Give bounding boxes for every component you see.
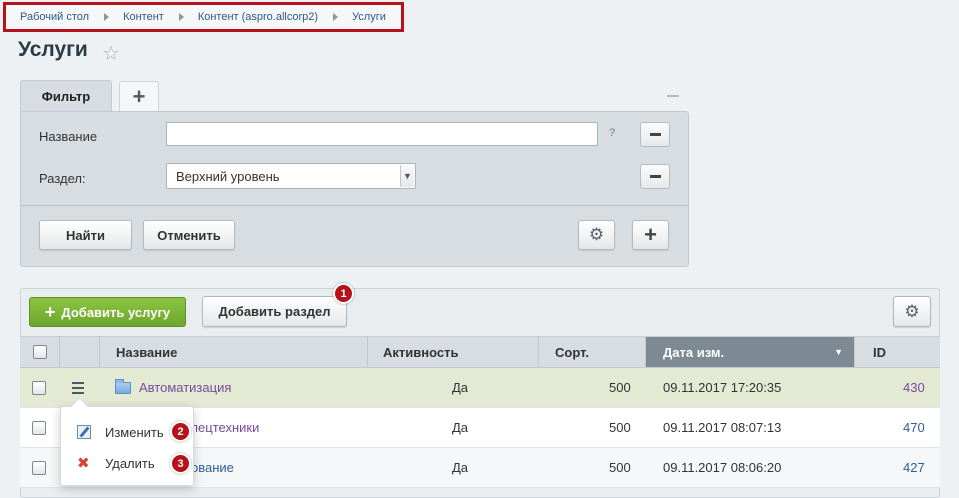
name-input[interactable] bbox=[166, 122, 598, 146]
row-checkbox[interactable] bbox=[32, 420, 46, 435]
delete-icon: ✖ bbox=[77, 454, 90, 472]
add-filter-tab-button[interactable]: + bbox=[119, 81, 159, 111]
table-row[interactable]: Автоматизация Да 500 09.11.2017 17:20:35… bbox=[20, 368, 940, 408]
table-header: Название Активность Сорт. Дата изм. ▼ ID bbox=[20, 336, 940, 368]
filter-panel: Название ? Раздел: Верхний уровень ▼ Най… bbox=[20, 111, 689, 267]
add-service-button[interactable]: + Добавить услугу bbox=[29, 297, 186, 327]
row-name-cell: пецтехники bbox=[191, 408, 259, 447]
row-checkbox-cell bbox=[32, 368, 46, 407]
row-checkbox-cell bbox=[32, 448, 46, 487]
favorite-star-icon[interactable]: ☆ bbox=[102, 41, 120, 66]
minus-icon bbox=[649, 175, 661, 178]
column-header-date-label: Дата изм. bbox=[663, 344, 725, 360]
add-filter-field-button[interactable]: + bbox=[632, 220, 669, 250]
folder-icon bbox=[115, 378, 131, 394]
section-select[interactable]: Верхний уровень ▼ bbox=[166, 163, 416, 189]
remove-section-field-button[interactable] bbox=[640, 164, 670, 189]
gear-icon: ⚙ bbox=[904, 301, 920, 321]
breadcrumb-services-link[interactable]: Услуги bbox=[352, 11, 386, 23]
column-header-active[interactable]: Активность bbox=[368, 337, 539, 367]
filter-settings-button[interactable]: ⚙ bbox=[578, 220, 615, 250]
breadcrumb-site-content-link[interactable]: Контент (aspro.allcorp2) bbox=[198, 11, 318, 23]
add-service-label: Добавить услугу bbox=[61, 304, 171, 320]
help-icon[interactable]: ? bbox=[609, 127, 615, 139]
column-header-sort[interactable]: Сорт. bbox=[539, 337, 646, 367]
remove-name-field-button[interactable] bbox=[640, 122, 670, 147]
plus-icon: + bbox=[44, 302, 56, 322]
row-context-menu: Изменить ✖ Удалить bbox=[60, 406, 194, 486]
row-sort: 500 bbox=[609, 380, 631, 395]
select-all-cell bbox=[20, 337, 60, 367]
step-badge-1: 1 bbox=[333, 283, 354, 304]
row-date: 09.11.2017 08:06:20 bbox=[663, 460, 782, 475]
hamburger-menu-icon bbox=[72, 381, 84, 394]
chevron-down-icon[interactable]: ▼ bbox=[400, 165, 414, 187]
collapse-filter-icon[interactable] bbox=[667, 95, 679, 97]
breadcrumb-separator-icon bbox=[104, 13, 110, 21]
row-id-link[interactable]: 427 bbox=[903, 448, 925, 487]
row-checkbox[interactable] bbox=[32, 380, 46, 395]
row-checkbox-cell bbox=[32, 408, 46, 447]
step-badge-3: 3 bbox=[170, 453, 191, 474]
section-field-label: Раздел: bbox=[39, 171, 86, 186]
plus-icon: + bbox=[644, 222, 657, 247]
list-settings-button[interactable]: ⚙ bbox=[893, 296, 931, 327]
menu-item-delete-label: Удалить bbox=[105, 455, 155, 471]
row-sort: 500 bbox=[609, 460, 631, 475]
minus-icon bbox=[649, 133, 661, 136]
section-select-value: Верхний уровень bbox=[176, 169, 280, 184]
breadcrumb-desktop-link[interactable]: Рабочий стол bbox=[20, 11, 89, 23]
filter-divider bbox=[21, 205, 688, 206]
breadcrumb-separator-icon bbox=[333, 13, 339, 21]
breadcrumb-separator-icon bbox=[178, 13, 184, 21]
step-badge-2: 2 bbox=[170, 421, 191, 442]
row-name-cell: ование bbox=[191, 448, 234, 487]
row-date: 09.11.2017 17:20:35 bbox=[663, 380, 782, 395]
breadcrumb-content-link[interactable]: Контент bbox=[123, 11, 164, 23]
row-active: Да bbox=[452, 460, 469, 475]
row-name-link[interactable]: Автоматизация bbox=[139, 380, 231, 395]
row-name-link[interactable]: пецтехники bbox=[191, 420, 259, 435]
menu-item-edit-label: Изменить bbox=[105, 424, 164, 440]
page-title: Услуги bbox=[18, 38, 88, 61]
add-section-button[interactable]: Добавить раздел bbox=[202, 296, 347, 327]
row-name-cell: Автоматизация bbox=[115, 368, 231, 407]
select-all-checkbox[interactable] bbox=[32, 345, 47, 359]
row-active: Да bbox=[452, 420, 469, 435]
name-field-label: Название bbox=[39, 129, 98, 144]
row-id-link[interactable]: 470 bbox=[903, 408, 925, 447]
column-header-id[interactable]: ID bbox=[855, 337, 940, 367]
row-name-link[interactable]: ование bbox=[191, 460, 234, 475]
gear-icon: ⚙ bbox=[588, 225, 605, 244]
sort-desc-icon: ▼ bbox=[834, 347, 843, 357]
find-button[interactable]: Найти bbox=[39, 220, 132, 250]
row-date: 09.11.2017 08:07:13 bbox=[663, 420, 782, 435]
row-id-link[interactable]: 430 bbox=[903, 368, 925, 407]
column-header-date[interactable]: Дата изм. ▼ bbox=[646, 337, 855, 367]
column-header-name[interactable]: Название bbox=[100, 337, 368, 367]
breadcrumb: Рабочий стол Контент Контент (aspro.allc… bbox=[3, 2, 404, 32]
edit-icon bbox=[77, 425, 91, 439]
cancel-button[interactable]: Отменить bbox=[143, 220, 235, 250]
tab-filter[interactable]: Фильтр bbox=[20, 80, 112, 111]
actions-column-header bbox=[60, 337, 100, 367]
row-active: Да bbox=[452, 380, 469, 395]
row-sort: 500 bbox=[609, 420, 631, 435]
row-checkbox[interactable] bbox=[32, 460, 46, 475]
